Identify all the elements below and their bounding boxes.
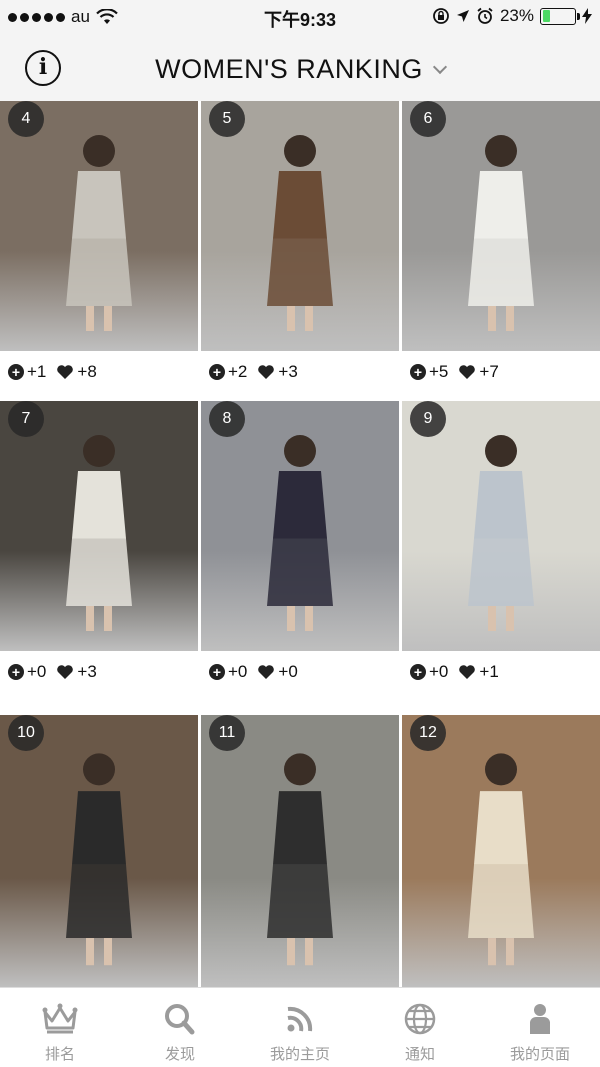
battery-percentage: 23% [499,6,534,25]
like-count: +8 [77,362,97,381]
tab-my-page[interactable]: 我的页面 [480,988,600,1067]
page-title: WOMEN'S RANKING [155,54,423,84]
ranking-card[interactable]: 5 + +2 +3 [201,101,399,393]
heart-icon[interactable] [458,664,476,680]
person-silhouette [468,435,534,631]
tab-notifications[interactable]: 通知 [360,988,480,1067]
tab-label: 通知 [404,1046,435,1063]
top-navigation-bar: i WOMEN'S RANKING [0,34,600,101]
card-stats: + +2 +3 [201,351,399,393]
rank-badge: 5 [209,101,245,137]
card-stats: + +1 +8 [0,351,198,393]
ranking-card[interactable]: 12 [402,715,600,987]
crown-icon [42,1003,78,1034]
tab-label: 我的页面 [509,1046,570,1063]
person-silhouette [66,753,132,966]
search-icon [165,1004,195,1035]
like-count: +1 [479,662,499,681]
like-count: +0 [278,662,298,681]
add-icon[interactable]: + [209,364,225,380]
like-count: +3 [278,362,298,381]
outfit-photo[interactable]: 6 [402,101,600,351]
ranking-card[interactable]: 6 + +5 +7 [402,101,600,393]
card-stats: + +0 +3 [0,651,198,693]
rss-icon [287,1006,313,1032]
ranking-card[interactable]: 4 + +1 +8 [0,101,198,393]
status-bar: au 下午9:33 23% [0,0,600,34]
outfit-photo[interactable]: 4 [0,101,198,351]
tab-label: 排名 [44,1046,75,1063]
rank-badge: 11 [209,715,245,751]
bottom-tab-bar: 排名 发现 我的主页 通知 我的页面 [0,987,600,1067]
rank-badge: 9 [410,401,446,437]
location-arrow-icon [456,10,469,22]
heart-icon[interactable] [56,364,74,380]
rank-badge: 6 [410,101,446,137]
outfit-photo[interactable]: 7 [0,401,198,651]
add-icon[interactable]: + [410,364,426,380]
outfit-photo[interactable]: 10 [0,715,198,987]
tab-label: 我的主页 [269,1046,330,1063]
add-count: +0 [27,662,47,681]
tab-my-home[interactable]: 我的主页 [240,988,360,1067]
ranking-selector[interactable]: WOMEN'S RANKING [0,54,600,85]
add-icon[interactable]: + [410,664,426,680]
person-icon [530,1004,550,1034]
outfit-photo[interactable]: 12 [402,715,600,987]
tab-label: 发现 [164,1046,195,1063]
outfit-photo[interactable]: 11 [201,715,399,987]
person-silhouette [468,135,534,331]
charging-bolt-icon [582,8,592,24]
rotation-lock-icon [433,8,449,24]
add-count: +0 [228,662,248,681]
heart-icon[interactable] [458,364,476,380]
add-icon[interactable]: + [209,664,225,680]
ranking-card[interactable]: 7 + +0 +3 [0,401,198,693]
ranking-card[interactable]: 9 + +0 +1 [402,401,600,693]
battery-icon [540,7,580,25]
rank-badge: 12 [410,715,446,751]
outfit-photo[interactable]: 9 [402,401,600,651]
add-icon[interactable]: + [8,664,24,680]
add-count: +5 [429,362,449,381]
card-stats: + +5 +7 [402,351,600,393]
ranking-card[interactable]: 11 [201,715,399,987]
alarm-icon [477,7,493,24]
person-silhouette [468,753,534,966]
ranking-card[interactable]: 10 [0,715,198,987]
rank-badge: 10 [8,715,44,751]
add-count: +1 [27,362,47,381]
person-silhouette [66,135,132,331]
heart-icon[interactable] [56,664,74,680]
outfit-photo[interactable]: 5 [201,101,399,351]
rank-badge: 8 [209,401,245,437]
person-silhouette [267,753,333,966]
globe-icon [404,1003,436,1035]
like-count: +3 [77,662,97,681]
ranking-card[interactable]: 8 + +0 +0 [201,401,399,693]
like-count: +7 [479,362,499,381]
person-silhouette [267,135,333,331]
person-silhouette [267,435,333,631]
add-count: +2 [228,362,248,381]
tab-ranking[interactable]: 排名 [0,988,120,1067]
rank-badge: 7 [8,401,44,437]
add-count: +0 [429,662,449,681]
chevron-down-icon [432,59,447,75]
person-silhouette [66,435,132,631]
card-stats: + +0 +0 [201,651,399,693]
outfit-photo[interactable]: 8 [201,401,399,651]
tab-discover[interactable]: 发现 [120,988,240,1067]
add-icon[interactable]: + [8,364,24,380]
rank-badge: 4 [8,101,44,137]
heart-icon[interactable] [257,364,275,380]
card-stats: + +0 +1 [402,651,600,693]
heart-icon[interactable] [257,664,275,680]
